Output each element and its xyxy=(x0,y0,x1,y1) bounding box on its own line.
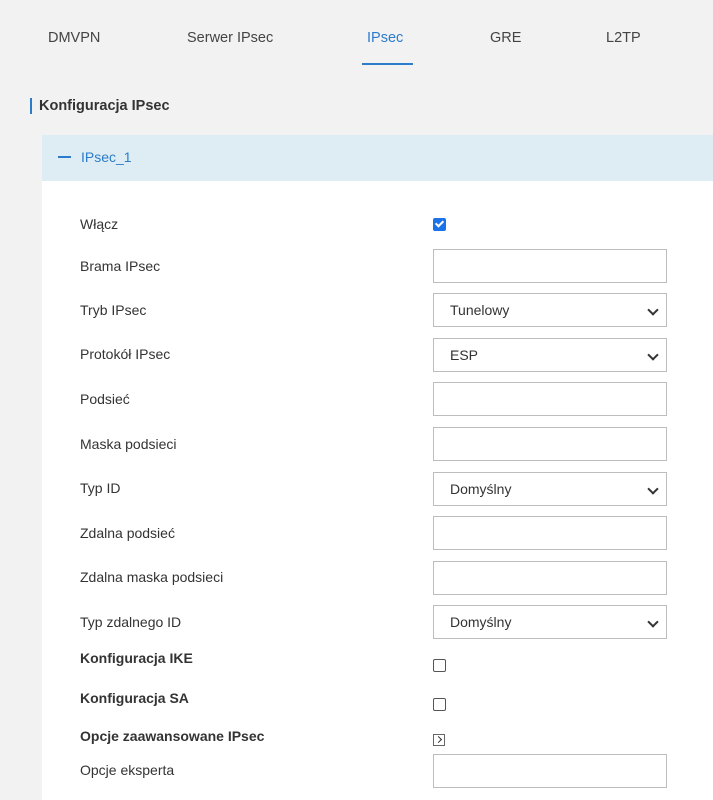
enable-label: Włącz xyxy=(80,216,119,232)
advanced-options-expand[interactable] xyxy=(433,734,445,746)
id-type-select[interactable]: Domyślny xyxy=(433,472,667,506)
remote-id-type-value: Domyślny xyxy=(450,614,512,630)
gateway-input[interactable] xyxy=(433,249,667,283)
enable-checkbox[interactable] xyxy=(433,218,446,231)
remote-subnet-input[interactable] xyxy=(433,516,667,550)
mode-select[interactable]: Tunelowy xyxy=(433,293,667,327)
remote-mask-input[interactable] xyxy=(433,561,667,595)
mode-value: Tunelowy xyxy=(450,302,510,318)
gateway-label: Brama IPsec xyxy=(80,258,161,274)
ike-config-checkbox[interactable] xyxy=(433,659,446,672)
tab-ipsec[interactable]: IPsec xyxy=(367,30,403,46)
chevron-down-icon xyxy=(647,304,659,316)
tab-bar: DMVPN Serwer IPsec IPsec GRE L2TP xyxy=(15,0,713,68)
mode-label: Tryb IPsec xyxy=(80,302,147,318)
tab-l2tp[interactable]: L2TP xyxy=(606,30,641,46)
chevron-down-icon xyxy=(647,483,659,495)
sa-config-label: Konfiguracja SA xyxy=(80,690,189,706)
panel-title: IPsec_1 xyxy=(81,149,132,165)
ike-config-label: Konfiguracja IKE xyxy=(80,650,193,666)
subnet-label: Podsieć xyxy=(80,391,130,407)
collapse-icon[interactable] xyxy=(58,156,71,158)
checkmark-icon xyxy=(434,218,445,228)
sa-config-checkbox[interactable] xyxy=(433,698,446,711)
remote-subnet-label: Zdalna podsieć xyxy=(80,525,175,541)
subnet-input[interactable] xyxy=(433,382,667,416)
remote-id-type-label: Typ zdalnego ID xyxy=(80,614,182,630)
subnet-mask-label: Maska podsieci xyxy=(80,436,177,452)
chevron-down-icon xyxy=(647,616,659,628)
active-tab-indicator xyxy=(362,63,413,65)
protocol-select[interactable]: ESP xyxy=(433,338,667,372)
id-type-value: Domyślny xyxy=(450,481,512,497)
tab-ipsec-server[interactable]: Serwer IPsec xyxy=(187,30,273,46)
chevron-down-icon xyxy=(647,349,659,361)
advanced-options-label: Opcje zaawansowane IPsec xyxy=(80,728,265,744)
remote-mask-label: Zdalna maska podsieci xyxy=(80,569,224,585)
expert-options-label: Opcje eksperta xyxy=(80,762,175,778)
tab-dmvpn[interactable]: DMVPN xyxy=(48,30,100,46)
id-type-label: Typ ID xyxy=(80,480,121,496)
subnet-mask-input[interactable] xyxy=(433,427,667,461)
tab-gre[interactable]: GRE xyxy=(490,30,521,46)
expert-options-input[interactable] xyxy=(433,754,667,788)
panel-header-ipsec-1[interactable]: IPsec_1 xyxy=(42,135,713,181)
protocol-value: ESP xyxy=(450,347,479,363)
protocol-label: Protokół IPsec xyxy=(80,346,171,362)
remote-id-type-select[interactable]: Domyślny xyxy=(433,605,667,639)
chevron-right-icon xyxy=(434,735,443,744)
section-title: Konfiguracja IPsec xyxy=(30,98,170,114)
